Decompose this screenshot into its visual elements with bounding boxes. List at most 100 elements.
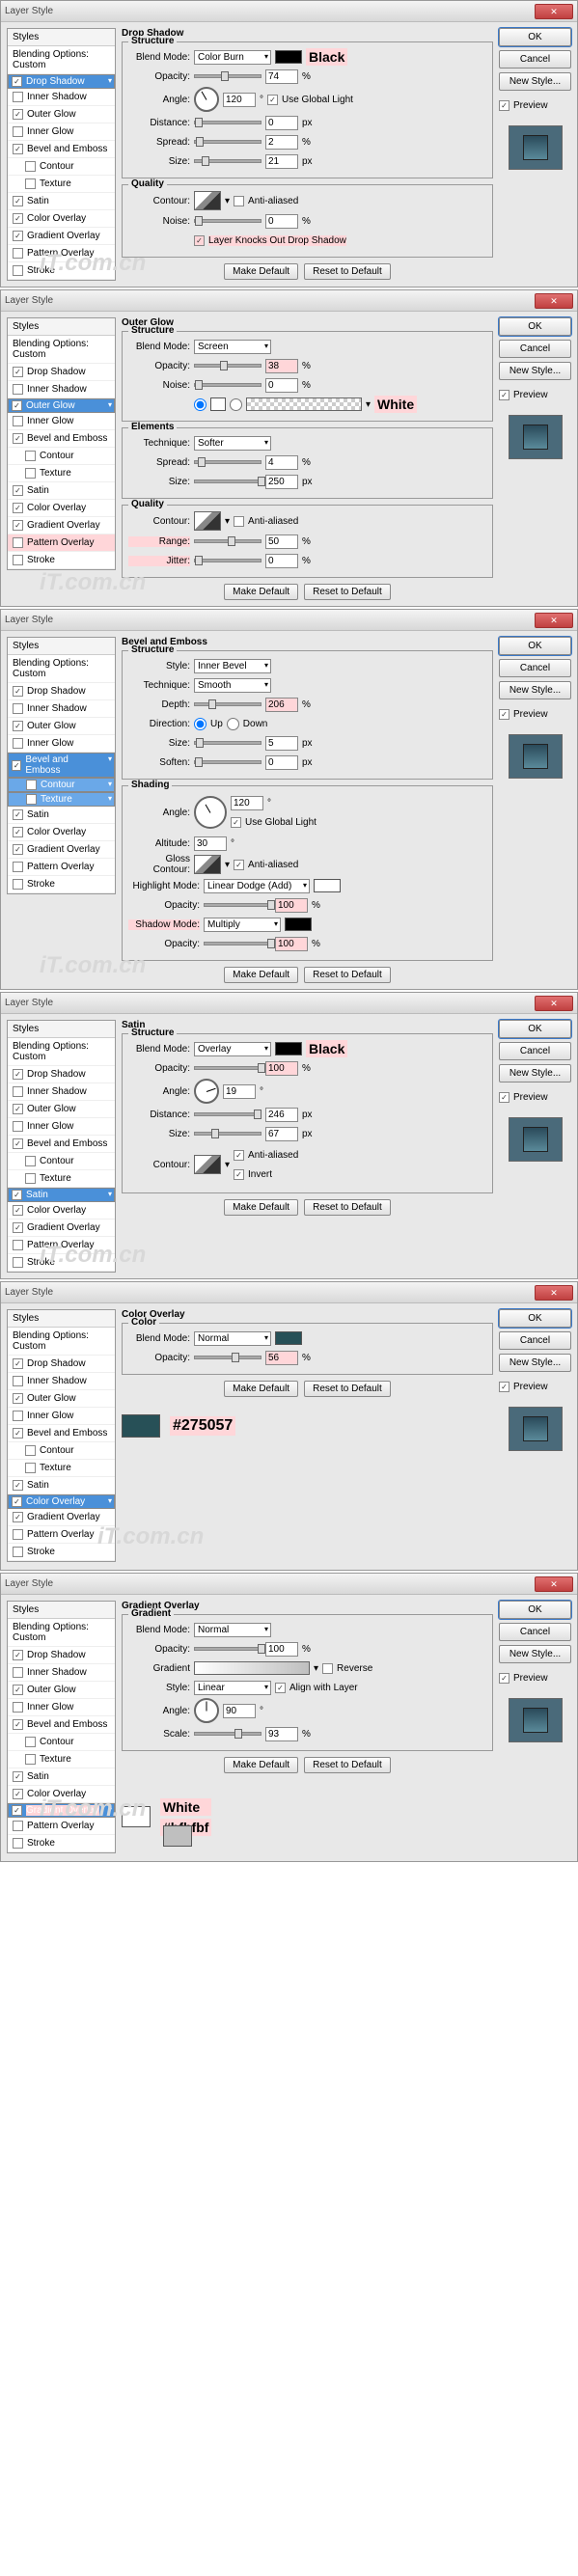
reset-default-button[interactable]: Reset to Default bbox=[304, 584, 391, 600]
new-style-button[interactable]: New Style... bbox=[499, 362, 571, 380]
direction-up[interactable] bbox=[194, 718, 206, 730]
angle-dial[interactable] bbox=[194, 87, 219, 112]
checkbox[interactable] bbox=[13, 144, 23, 154]
make-default-button[interactable]: Make Default bbox=[224, 967, 298, 983]
checkbox[interactable] bbox=[13, 196, 23, 206]
checkbox[interactable] bbox=[13, 109, 23, 120]
style-inner-glow[interactable]: Inner Glow bbox=[8, 413, 115, 430]
ok-button[interactable]: OK bbox=[499, 1309, 571, 1328]
shadow-color[interactable] bbox=[285, 918, 312, 931]
size-field[interactable]: 21 bbox=[265, 154, 298, 169]
style-drop-shadow[interactable]: Drop Shadow bbox=[8, 74, 115, 89]
technique-select[interactable]: Softer bbox=[194, 436, 271, 451]
checkbox[interactable] bbox=[13, 92, 23, 102]
highlight-mode-select[interactable]: Linear Dodge (Add) bbox=[204, 879, 310, 893]
angle-dial[interactable] bbox=[194, 1079, 219, 1104]
style-stroke[interactable]: Stroke bbox=[8, 262, 115, 280]
cancel-button[interactable]: Cancel bbox=[499, 1331, 571, 1350]
checkbox[interactable] bbox=[13, 126, 23, 137]
checkbox[interactable] bbox=[13, 231, 23, 241]
style-color-overlay[interactable]: Color Overlay bbox=[8, 210, 115, 228]
style-contour[interactable]: Contour bbox=[8, 448, 115, 465]
angle-dial[interactable] bbox=[194, 796, 227, 829]
make-default-button[interactable]: Make Default bbox=[224, 263, 298, 280]
cancel-button[interactable]: Cancel bbox=[499, 340, 571, 358]
noise-slider[interactable] bbox=[194, 219, 261, 223]
direction-down[interactable] bbox=[227, 718, 239, 730]
opacity-field[interactable]: 38 bbox=[265, 359, 298, 373]
reset-default-button[interactable]: Reset to Default bbox=[304, 967, 391, 983]
reset-default-button[interactable]: Reset to Default bbox=[304, 1381, 391, 1397]
color-swatch[interactable] bbox=[275, 50, 302, 64]
blend-mode-select[interactable]: Screen bbox=[194, 340, 271, 354]
style-select[interactable]: Inner Bevel bbox=[194, 659, 271, 673]
style-outer-glow[interactable]: Outer Glow bbox=[8, 106, 115, 123]
distance-slider[interactable] bbox=[194, 121, 261, 124]
close-icon[interactable]: ✕ bbox=[535, 1576, 573, 1592]
style-stroke[interactable]: Stroke bbox=[8, 552, 115, 569]
gradient-picker[interactable] bbox=[194, 1661, 310, 1675]
noise-field[interactable]: 0 bbox=[265, 214, 298, 229]
color-swatch[interactable] bbox=[210, 397, 226, 411]
shadow-mode-select[interactable]: Multiply bbox=[204, 918, 281, 932]
reset-default-button[interactable]: Reset to Default bbox=[304, 1757, 391, 1773]
make-default-button[interactable]: Make Default bbox=[224, 584, 298, 600]
ok-button[interactable]: OK bbox=[499, 317, 571, 336]
gradient-radio[interactable] bbox=[230, 398, 242, 411]
make-default-button[interactable]: Make Default bbox=[224, 1199, 298, 1216]
close-icon[interactable]: ✕ bbox=[535, 293, 573, 309]
checkbox[interactable] bbox=[25, 178, 36, 189]
style-satin[interactable]: Satin bbox=[8, 1188, 115, 1202]
contour-picker[interactable] bbox=[194, 191, 221, 210]
color-swatch[interactable] bbox=[275, 1042, 302, 1055]
style-bevel[interactable]: Bevel and Emboss bbox=[8, 753, 115, 778]
style-color-overlay[interactable]: Color Overlay bbox=[8, 1494, 115, 1509]
style-outer-glow[interactable]: Outer Glow bbox=[8, 398, 115, 413]
checkbox[interactable] bbox=[13, 248, 23, 259]
style-drop-shadow[interactable]: Drop Shadow bbox=[8, 364, 115, 381]
blend-mode-select[interactable]: Color Burn bbox=[194, 50, 271, 65]
size-slider[interactable] bbox=[194, 159, 261, 163]
style-inner-shadow[interactable]: Inner Shadow bbox=[8, 381, 115, 398]
color-swatch[interactable] bbox=[275, 1331, 302, 1345]
cancel-button[interactable]: Cancel bbox=[499, 1042, 571, 1060]
cancel-button[interactable]: Cancel bbox=[499, 50, 571, 69]
global-light-check[interactable] bbox=[267, 95, 278, 105]
style-contour[interactable]: Contour bbox=[8, 158, 115, 176]
style-pattern-overlay[interactable]: Pattern Overlay bbox=[8, 245, 115, 262]
make-default-button[interactable]: Make Default bbox=[224, 1381, 298, 1397]
style-gradient-overlay[interactable]: Gradient Overlay bbox=[8, 228, 115, 245]
blend-mode-select[interactable]: Overlay bbox=[194, 1042, 271, 1056]
highlight-color[interactable] bbox=[314, 879, 341, 892]
style-satin[interactable]: Satin bbox=[8, 193, 115, 210]
preview-check[interactable] bbox=[499, 100, 509, 111]
close-icon[interactable]: ✕ bbox=[535, 996, 573, 1011]
checkbox[interactable] bbox=[13, 265, 23, 276]
knockout-check[interactable] bbox=[194, 235, 205, 246]
style-color-overlay[interactable]: Color Overlay bbox=[8, 500, 115, 517]
angle-field[interactable]: 120 bbox=[223, 93, 256, 107]
technique-select[interactable]: Smooth bbox=[194, 678, 271, 693]
contour-picker[interactable] bbox=[194, 511, 221, 531]
style-inner-shadow[interactable]: Inner Shadow bbox=[8, 89, 115, 106]
new-style-button[interactable]: New Style... bbox=[499, 1645, 571, 1663]
blending-options[interactable]: Blending Options: Custom bbox=[8, 336, 115, 364]
blend-mode-select[interactable]: Normal bbox=[194, 1331, 271, 1346]
close-icon[interactable]: ✕ bbox=[535, 4, 573, 19]
distance-field[interactable]: 0 bbox=[265, 116, 298, 130]
blending-options[interactable]: Blending Options: Custom bbox=[8, 655, 115, 683]
blending-options[interactable]: Blending Options: Custom bbox=[8, 46, 115, 74]
ok-button[interactable]: OK bbox=[499, 1601, 571, 1619]
gloss-contour-picker[interactable] bbox=[194, 855, 221, 874]
gradient-picker[interactable] bbox=[246, 397, 362, 411]
blend-mode-select[interactable]: Normal bbox=[194, 1623, 271, 1637]
style-gradient-overlay[interactable]: Gradient Overlay bbox=[8, 1803, 115, 1818]
ok-button[interactable]: OK bbox=[499, 637, 571, 655]
new-style-button[interactable]: New Style... bbox=[499, 681, 571, 699]
cancel-button[interactable]: Cancel bbox=[499, 659, 571, 677]
style-bevel[interactable]: Bevel and Emboss bbox=[8, 141, 115, 158]
angle-dial[interactable] bbox=[194, 1698, 219, 1723]
close-icon[interactable]: ✕ bbox=[535, 613, 573, 628]
style-pattern-overlay[interactable]: Pattern Overlay bbox=[8, 534, 115, 552]
anti-alias-check[interactable] bbox=[234, 196, 244, 206]
